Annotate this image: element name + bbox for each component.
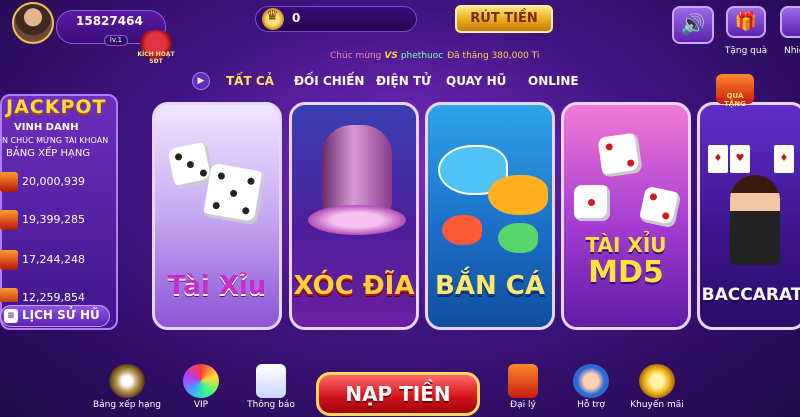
turtle-icon xyxy=(498,223,538,253)
more-label: Nhiề xyxy=(784,46,800,56)
bottom-agent[interactable]: Đại lý xyxy=(488,364,558,410)
avatar[interactable] xyxy=(12,2,54,44)
plate-icon xyxy=(308,205,406,235)
vip-wheel-icon xyxy=(183,364,219,398)
tab-online[interactable]: ONLINE xyxy=(528,74,579,88)
sound-icon[interactable]: 🔊 xyxy=(672,6,714,44)
jackpot-title: JACKPOT xyxy=(6,96,107,118)
coin-balance: 0 xyxy=(292,11,301,25)
jackpot-row: 19,399,285 xyxy=(0,210,118,232)
game-title: XÓC ĐĨA xyxy=(293,271,415,301)
bottom-support[interactable]: Hỗ trợ xyxy=(556,364,626,410)
dice-icon xyxy=(638,185,682,229)
gift-label: Tặng quà xyxy=(724,46,768,56)
ranking-label: BẢNG XẾP HẠNG xyxy=(6,148,91,159)
jackpot-history-label: LỊCH SỬ HŨ xyxy=(22,308,100,322)
game-title: Tài Xỉu xyxy=(167,271,267,301)
jackpot-value: 12,259,854 xyxy=(22,291,85,302)
user-id: 15827464 xyxy=(76,14,143,28)
trophy-icon xyxy=(109,364,145,398)
playing-card-icon: ♥ xyxy=(730,145,750,173)
playing-card-icon: ♦ xyxy=(708,145,728,173)
play-icon[interactable]: ▶ xyxy=(192,72,210,90)
marquee-prefix: Chúc mừng xyxy=(330,51,382,61)
slot-thumbnail-icon xyxy=(0,172,18,192)
cannon-icon xyxy=(488,175,548,215)
congrats-label: N CHÚC MỪNG TÀI KHOẢN xyxy=(2,136,109,145)
dice-icon xyxy=(167,141,215,189)
gift-badge[interactable]: QUÀ TẶNG xyxy=(716,74,754,108)
jackpot-row: 20,000,939 xyxy=(0,172,118,194)
history-icon: ≡ xyxy=(4,309,18,323)
notification-icon xyxy=(256,364,286,398)
game-title: TÀI XỈU xyxy=(585,233,667,257)
agent-gift-icon xyxy=(508,364,538,398)
level-badge: lv.1 xyxy=(104,35,128,46)
game-title: BACCARAT xyxy=(701,285,800,305)
game-title: BẮN CÁ xyxy=(435,271,545,301)
bottom-promo[interactable]: Khuyến mãi xyxy=(622,364,692,410)
game-card-baccarat[interactable]: ♦ ♥ ♦ BACCARAT xyxy=(697,102,800,330)
tab-jackpot-slots[interactable]: QUAY HŨ xyxy=(446,74,506,88)
game-card-banca[interactable]: BẮN CÁ xyxy=(425,102,555,330)
marquee-user: phethuoc xyxy=(400,51,444,61)
bottom-promo-label: Khuyến mãi xyxy=(630,400,684,410)
dice-icon xyxy=(574,185,610,221)
game-card-taixiu[interactable]: Tài Xỉu xyxy=(152,102,282,330)
game-card-taixiu-md5[interactable]: TÀI XỈU MD5 xyxy=(561,102,691,330)
slot-thumbnail-icon xyxy=(0,210,18,230)
deposit-button[interactable]: NẠP TIỀN xyxy=(316,372,480,416)
honor-label: VINH DANH xyxy=(14,122,79,133)
bottom-notifications[interactable]: Thông báo xyxy=(236,364,306,410)
bottom-notifications-label: Thông báo xyxy=(247,400,295,410)
dice-icon xyxy=(202,162,266,226)
game-card-xocdia[interactable]: XÓC ĐĨA xyxy=(289,102,419,330)
bottom-vip-label: VIP xyxy=(193,400,209,410)
more-button[interactable] xyxy=(780,6,800,38)
jackpot-value: 19,399,285 xyxy=(22,213,85,226)
crown-coin-icon xyxy=(262,8,284,30)
game-subtitle: MD5 xyxy=(588,255,664,290)
bottom-ranking-label: Bảng xếp hạng xyxy=(92,400,162,410)
gift-icon[interactable]: 🎁 xyxy=(726,6,766,38)
vs-icon: VS xyxy=(384,51,398,61)
bottom-vip[interactable]: VIP xyxy=(166,364,236,410)
jackpot-value: 17,244,248 xyxy=(22,253,85,266)
withdraw-button[interactable]: RÚT TIỀN xyxy=(455,5,553,33)
bottom-support-label: Hỗ trợ xyxy=(577,400,605,410)
slot-thumbnail-icon xyxy=(0,250,18,270)
tab-electronic[interactable]: ĐIỆN TỬ xyxy=(376,74,431,88)
marquee-message: Đã thắng 380,000 Ti xyxy=(447,51,540,61)
jackpot-row: 12,259,854 xyxy=(0,288,118,302)
jackpot-row: 17,244,248 xyxy=(0,250,118,272)
dealer-image xyxy=(730,175,780,265)
slot-thumbnail-icon xyxy=(0,288,18,302)
bottom-agent-label: Đại lý xyxy=(510,400,536,410)
dice-icon xyxy=(597,132,643,178)
bottom-ranking[interactable]: Bảng xếp hạng xyxy=(92,364,162,410)
tab-versus[interactable]: ĐỐI CHIẾN xyxy=(294,74,364,88)
tab-all[interactable]: TẤT CẢ xyxy=(226,74,274,88)
jackpot-value: 20,000,939 xyxy=(22,175,85,188)
support-headset-icon xyxy=(573,364,609,398)
bowl-icon xyxy=(322,125,392,215)
coin-dollar-icon xyxy=(639,364,675,398)
fish-icon xyxy=(442,215,482,245)
winner-marquee: Chúc mừng VS phethuoc Đã thắng 380,000 Ti xyxy=(330,51,570,67)
activate-phone-badge[interactable]: KÍCH HOẠT SĐT xyxy=(136,30,176,65)
playing-card-icon: ♦ xyxy=(774,145,794,173)
